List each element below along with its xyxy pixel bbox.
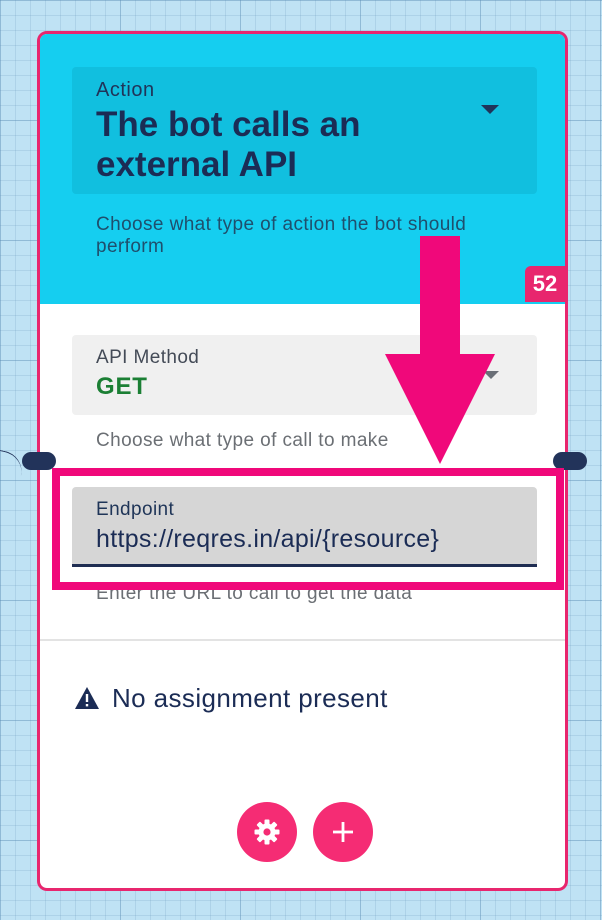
settings-button[interactable] xyxy=(237,802,297,862)
left-connector-handle[interactable] xyxy=(22,452,56,470)
plus-icon xyxy=(333,822,353,842)
gear-icon xyxy=(254,819,280,845)
action-type-select[interactable]: Action The bot calls an external API xyxy=(72,67,537,194)
add-button[interactable] xyxy=(313,802,373,862)
divider xyxy=(40,639,565,641)
warning-icon xyxy=(75,687,99,709)
node-number-badge: 52 xyxy=(525,266,565,302)
api-method-helper-text: Choose what type of call to make xyxy=(96,430,389,451)
assignment-warning: No assignment present xyxy=(74,682,388,714)
api-method-label: API Method xyxy=(96,347,200,368)
chevron-down-icon[interactable] xyxy=(481,105,499,114)
action-select-label: Action xyxy=(96,79,155,101)
api-method-value: GET xyxy=(96,373,148,400)
action-select-value: The bot calls an external API xyxy=(96,105,361,184)
warning-text: No assignment present xyxy=(112,682,388,713)
card-header: Action The bot calls an external API Cho… xyxy=(40,34,565,304)
arrow-head-icon xyxy=(385,354,495,464)
endpoint-highlight-box xyxy=(52,468,564,590)
arrow-down-icon xyxy=(420,236,460,356)
